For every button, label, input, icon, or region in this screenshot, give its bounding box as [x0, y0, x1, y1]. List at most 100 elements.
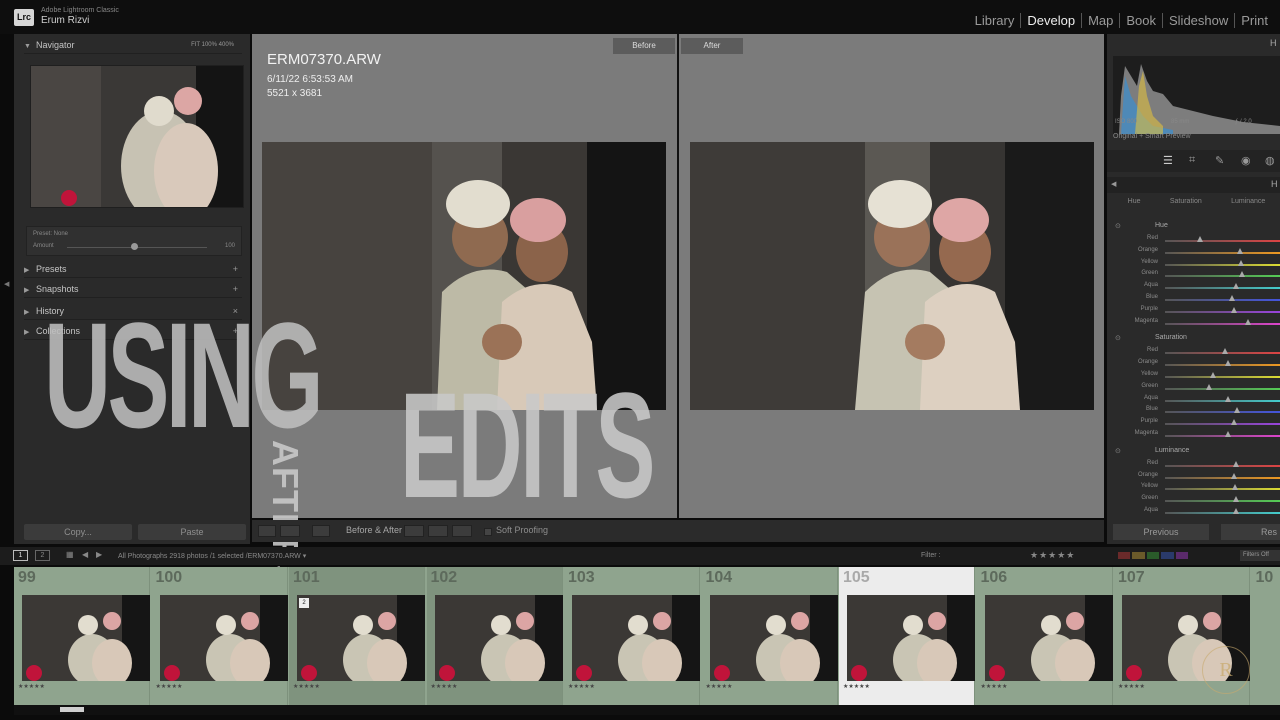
filmstrip-cell[interactable]: 102 ★★★★★	[426, 567, 563, 705]
grid-view-icon[interactable]: ▦	[66, 550, 74, 559]
hsl-slider-green[interactable]: Green	[1117, 494, 1280, 506]
slider-knob[interactable]	[1233, 496, 1240, 503]
filmstrip-breadcrumb[interactable]: All Photographs 2918 photos /1 selected …	[118, 552, 306, 560]
primary-display-button[interactable]: 1	[13, 550, 28, 561]
slider-knob[interactable]	[1231, 419, 1237, 426]
slider-track[interactable]	[1165, 364, 1280, 367]
previous-button[interactable]: Previous	[1113, 524, 1209, 540]
filmstrip-thumbnail[interactable]	[709, 595, 838, 687]
slider-knob[interactable]	[1244, 318, 1251, 325]
hsl-slider-yellow[interactable]: Yellow	[1117, 482, 1280, 494]
slider-track[interactable]	[1165, 423, 1280, 426]
module-book[interactable]: Book	[1120, 13, 1163, 28]
filmstrip-cell[interactable]: 10	[1251, 567, 1280, 705]
forward-arrow-icon[interactable]: ▶	[96, 550, 102, 559]
filmstrip-cell[interactable]: 106 ★★★★★	[976, 567, 1113, 705]
slider-track[interactable]	[1165, 275, 1280, 278]
target-adjust-icon[interactable]: ⊙	[1115, 334, 1121, 342]
color-label-filter[interactable]	[1118, 552, 1189, 559]
slider-knob[interactable]	[1221, 348, 1228, 355]
hsl-slider-orange[interactable]: Orange	[1117, 246, 1280, 258]
slider-track[interactable]	[1165, 476, 1280, 479]
hsl-slider-blue[interactable]: Blue	[1117, 293, 1280, 305]
filmstrip-scrollbar[interactable]	[14, 705, 1280, 715]
rating-filter-stars[interactable]: ★★★★★	[1030, 550, 1075, 561]
filmstrip-thumbnail[interactable]	[159, 595, 288, 687]
slider-knob[interactable]	[1225, 395, 1232, 402]
module-print[interactable]: Print	[1235, 13, 1274, 28]
hsl-slider-orange[interactable]: Orange	[1117, 471, 1280, 483]
filmstrip-cell[interactable]: 104 ★★★★★	[701, 567, 838, 705]
slider-track[interactable]	[1165, 500, 1280, 503]
slider-track[interactable]	[1165, 263, 1280, 266]
filmstrip-cell[interactable]: 100 ★★★★★	[151, 567, 288, 705]
stack-count-badge[interactable]: 2	[299, 598, 309, 608]
target-adjust-icon[interactable]: ⊙	[1115, 447, 1121, 455]
slider-track[interactable]	[1165, 251, 1280, 254]
slider-knob[interactable]	[1196, 236, 1203, 242]
copy-button[interactable]: Copy...	[24, 524, 132, 540]
slider-knob[interactable]	[1225, 360, 1232, 367]
hsl-slider-red[interactable]: Red	[1117, 459, 1280, 471]
slider-track[interactable]	[1165, 299, 1280, 301]
filmstrip-cell[interactable]: 101 2 ★★★★★	[289, 567, 425, 705]
module-develop[interactable]: Develop	[1021, 13, 1083, 28]
after-pane[interactable]: After	[679, 34, 1104, 518]
hsl-panel-header[interactable]: ◀ H	[1107, 177, 1280, 193]
tab-luminance[interactable]: Luminance	[1231, 198, 1265, 214]
module-slideshow[interactable]: Slideshow	[1163, 13, 1236, 28]
hsl-slider-purple[interactable]: Purple	[1117, 417, 1280, 429]
filmstrip-thumbnail[interactable]	[984, 595, 1113, 687]
amount-slider-knob[interactable]	[131, 243, 138, 250]
filmstrip-thumbnail[interactable]	[572, 595, 700, 687]
slider-track[interactable]	[1165, 287, 1280, 290]
filmstrip-thumbnail[interactable]	[434, 595, 563, 687]
navigator-header[interactable]: ▼ Navigator FIT 100% 400%	[24, 36, 242, 54]
slider-knob[interactable]	[1232, 484, 1239, 491]
copy-after-to-before-icon[interactable]	[428, 525, 448, 537]
hsl-slider-yellow[interactable]: Yellow	[1117, 370, 1280, 382]
filmstrip-thumbnail[interactable]	[847, 595, 975, 687]
filmstrip-cell[interactable]: 99 ★★★★★	[14, 567, 150, 705]
slider-knob[interactable]	[1228, 295, 1235, 301]
filmstrip-thumbnail[interactable]	[22, 595, 150, 687]
hsl-slider-aqua[interactable]: Aqua	[1117, 506, 1280, 518]
hsl-slider-orange[interactable]: Orange	[1117, 358, 1280, 370]
slider-track[interactable]	[1165, 310, 1280, 313]
module-map[interactable]: Map	[1082, 13, 1121, 28]
filmstrip-cell[interactable]: 105 ★★★★★	[839, 567, 975, 705]
hsl-slider-yellow[interactable]: Yellow	[1117, 258, 1280, 270]
filters-off-dropdown[interactable]: Filters Off	[1240, 550, 1280, 561]
red-eye-icon[interactable]: ◉	[1241, 154, 1251, 167]
slider-track[interactable]	[1165, 411, 1280, 414]
tab-hue[interactable]: Hue	[1128, 198, 1141, 214]
hsl-slider-magenta[interactable]: Magenta	[1117, 429, 1280, 441]
slider-track[interactable]	[1165, 399, 1280, 402]
slider-track[interactable]	[1165, 435, 1280, 437]
before-after-view-icon[interactable]	[280, 525, 300, 537]
healing-icon[interactable]: ✎	[1215, 154, 1224, 167]
slider-knob[interactable]	[1239, 271, 1246, 278]
soft-proofing-checkbox[interactable]	[484, 528, 492, 536]
hsl-slider-purple[interactable]: Purple	[1117, 305, 1280, 317]
module-library[interactable]: Library	[969, 13, 1022, 28]
slider-knob[interactable]	[1233, 283, 1240, 290]
slider-knob[interactable]	[1234, 407, 1241, 414]
slider-knob[interactable]	[1233, 460, 1240, 467]
presets-header[interactable]: ▶ Presets +	[24, 260, 242, 278]
slider-knob[interactable]	[1231, 306, 1237, 313]
edit-sliders-icon[interactable]: ☰	[1163, 154, 1173, 167]
filmstrip-scroll-thumb[interactable]	[60, 707, 84, 712]
slider-track[interactable]	[1165, 488, 1280, 491]
slider-track[interactable]	[1165, 512, 1280, 514]
target-adjust-icon[interactable]: ⊙	[1115, 222, 1121, 230]
slider-knob[interactable]	[1225, 431, 1232, 437]
navigator-zoom-options[interactable]: FIT 100% 400%	[191, 36, 234, 54]
slider-knob[interactable]	[1237, 259, 1244, 266]
back-arrow-icon[interactable]: ◀	[82, 550, 88, 559]
navigator-preview[interactable]	[30, 65, 244, 221]
swap-before-after-icon[interactable]	[452, 525, 472, 537]
reset-button[interactable]: Res	[1221, 524, 1280, 540]
paste-button[interactable]: Paste	[138, 524, 246, 540]
add-preset-icon[interactable]: +	[233, 260, 238, 278]
